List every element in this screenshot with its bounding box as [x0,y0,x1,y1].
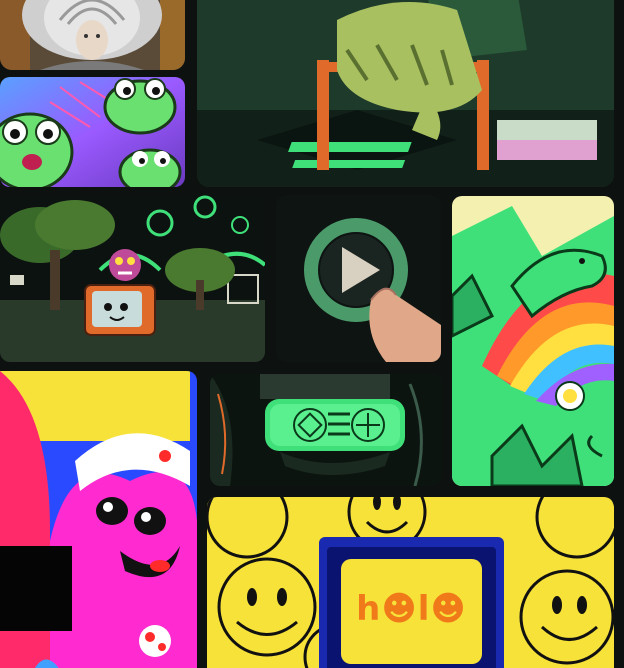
hand-grip-icon [197,0,614,187]
play-icon [276,195,441,362]
tv-creature-icon [0,195,265,362]
dolphin-rainbow-icon [452,196,614,486]
tile-portrait[interactable] [0,0,185,70]
blob-character-icon [0,371,197,668]
tile-night-forest[interactable] [0,195,265,362]
tile-holo-smileys[interactable]: h☻l☻ [207,497,614,668]
holo-logo: h☻l☻ [356,589,467,629]
tile-frogs[interactable] [0,77,185,187]
smiley-tv-icon [207,497,614,668]
tile-vr-headset[interactable] [210,374,442,486]
tile-hands-on-handle[interactable] [197,0,614,187]
tile-rainbow-dolphin[interactable] [452,196,614,486]
frog-character-icon [0,77,185,187]
tile-play-button[interactable] [276,195,441,362]
vr-headset-icon [210,374,442,486]
tile-pink-blob[interactable] [0,371,197,668]
cowboy-portrait-icon [0,0,185,70]
media-gallery-grid: h☻l☻ [0,0,624,668]
